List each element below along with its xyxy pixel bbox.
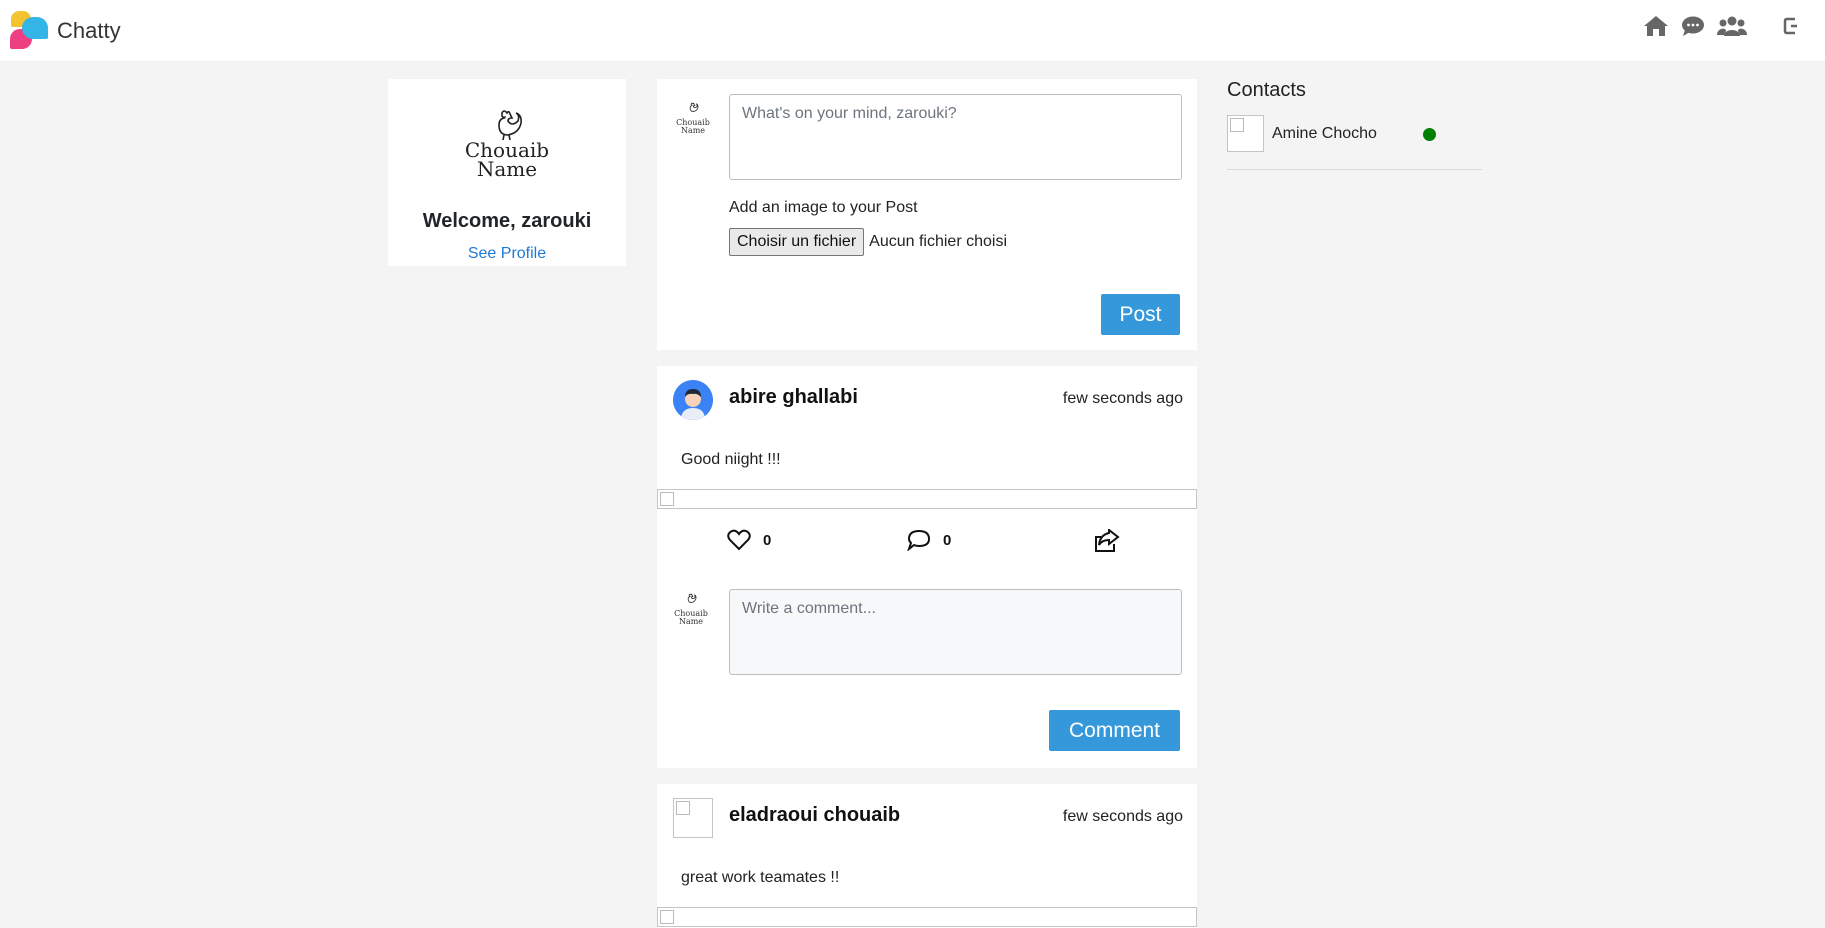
post-composer: Chouaib Name What's on your mind, zarouk… xyxy=(657,79,1197,350)
post-button[interactable]: Post xyxy=(1101,294,1180,335)
logout-icon[interactable] xyxy=(1783,15,1797,37)
composer-logo-line-2: Name xyxy=(680,126,706,135)
contact-name: Amine Chocho xyxy=(1272,124,1377,142)
nav-icons xyxy=(1643,14,1809,38)
welcome-heading: Welcome, zarouki xyxy=(422,210,592,232)
choose-file-button[interactable]: Choisir un fichier xyxy=(729,228,865,256)
heart-icon xyxy=(727,529,751,551)
online-status-dot xyxy=(1423,128,1436,141)
contacts-divider xyxy=(1227,169,1482,170)
profile-card: Chouaib Name Welcome, zarouki See Profil… xyxy=(388,79,626,266)
broken-image-icon xyxy=(676,801,690,815)
share-icon xyxy=(1095,529,1120,552)
home-icon[interactable] xyxy=(1643,14,1669,38)
app-name: Chatty xyxy=(57,18,121,43)
like-count: 0 xyxy=(763,531,772,549)
chatty-logo-icon xyxy=(8,9,52,53)
post-time: few seconds ago xyxy=(1062,808,1183,825)
rooster-icon xyxy=(498,110,522,141)
author-avatar[interactable] xyxy=(673,380,713,420)
composer-logo: Chouaib Name xyxy=(675,101,711,135)
user-avatar-icon xyxy=(673,380,713,420)
post-time: few seconds ago xyxy=(1062,390,1183,407)
share-button[interactable] xyxy=(1094,529,1120,553)
post-actions: 0 0 xyxy=(657,529,1197,559)
rooster-icon xyxy=(687,593,697,603)
contacts-title: Contacts xyxy=(1227,79,1306,101)
broken-image-icon xyxy=(1230,118,1244,132)
contacts-panel: Contacts Amine Chocho xyxy=(1227,79,1482,170)
comment-button[interactable]: Comment xyxy=(1049,710,1180,751)
comment-logo-line-2: Name xyxy=(678,617,704,626)
see-profile-link[interactable]: See Profile xyxy=(388,245,626,263)
post-image xyxy=(657,907,1197,927)
comment-count: 0 xyxy=(943,531,952,549)
post-author[interactable]: abire ghallabi xyxy=(729,386,858,409)
post-card: eladraoui chouaib few seconds ago great … xyxy=(657,784,1197,928)
post-text: Good niight !!! xyxy=(681,451,781,468)
comment-count-button[interactable]: 0 xyxy=(907,529,951,551)
contact-item[interactable]: Amine Chocho xyxy=(1227,115,1482,152)
broken-image-icon xyxy=(660,910,674,924)
post-text: great work teamates !! xyxy=(681,869,840,886)
comment-input[interactable]: Write a comment... xyxy=(729,589,1182,675)
author-avatar[interactable] xyxy=(673,798,713,838)
add-image-label: Add an image to your Post xyxy=(729,199,918,216)
rooster-icon xyxy=(689,102,699,112)
profile-logo: Chouaib Name xyxy=(388,109,626,181)
like-button[interactable]: 0 xyxy=(727,529,771,551)
brand[interactable]: Chatty xyxy=(8,8,121,54)
users-icon[interactable] xyxy=(1717,15,1747,37)
post-input[interactable]: What's on your mind, zarouki? xyxy=(729,94,1182,180)
post-image xyxy=(657,489,1197,509)
comment-icon xyxy=(907,529,931,551)
comment-logo: Chouaib Name xyxy=(673,592,709,626)
contact-avatar xyxy=(1227,115,1264,152)
file-input: Choisir un fichier Aucun fichier choisi xyxy=(729,228,1007,256)
logo-text-line-2: Name xyxy=(476,157,538,181)
post-author[interactable]: eladraoui chouaib xyxy=(729,804,900,827)
top-navbar: Chatty xyxy=(0,0,1825,61)
file-status: Aucun fichier choisi xyxy=(869,233,1007,250)
broken-image-icon xyxy=(660,492,674,506)
chat-icon[interactable] xyxy=(1681,15,1705,37)
post-card: abire ghallabi few seconds ago Good niig… xyxy=(657,366,1197,768)
